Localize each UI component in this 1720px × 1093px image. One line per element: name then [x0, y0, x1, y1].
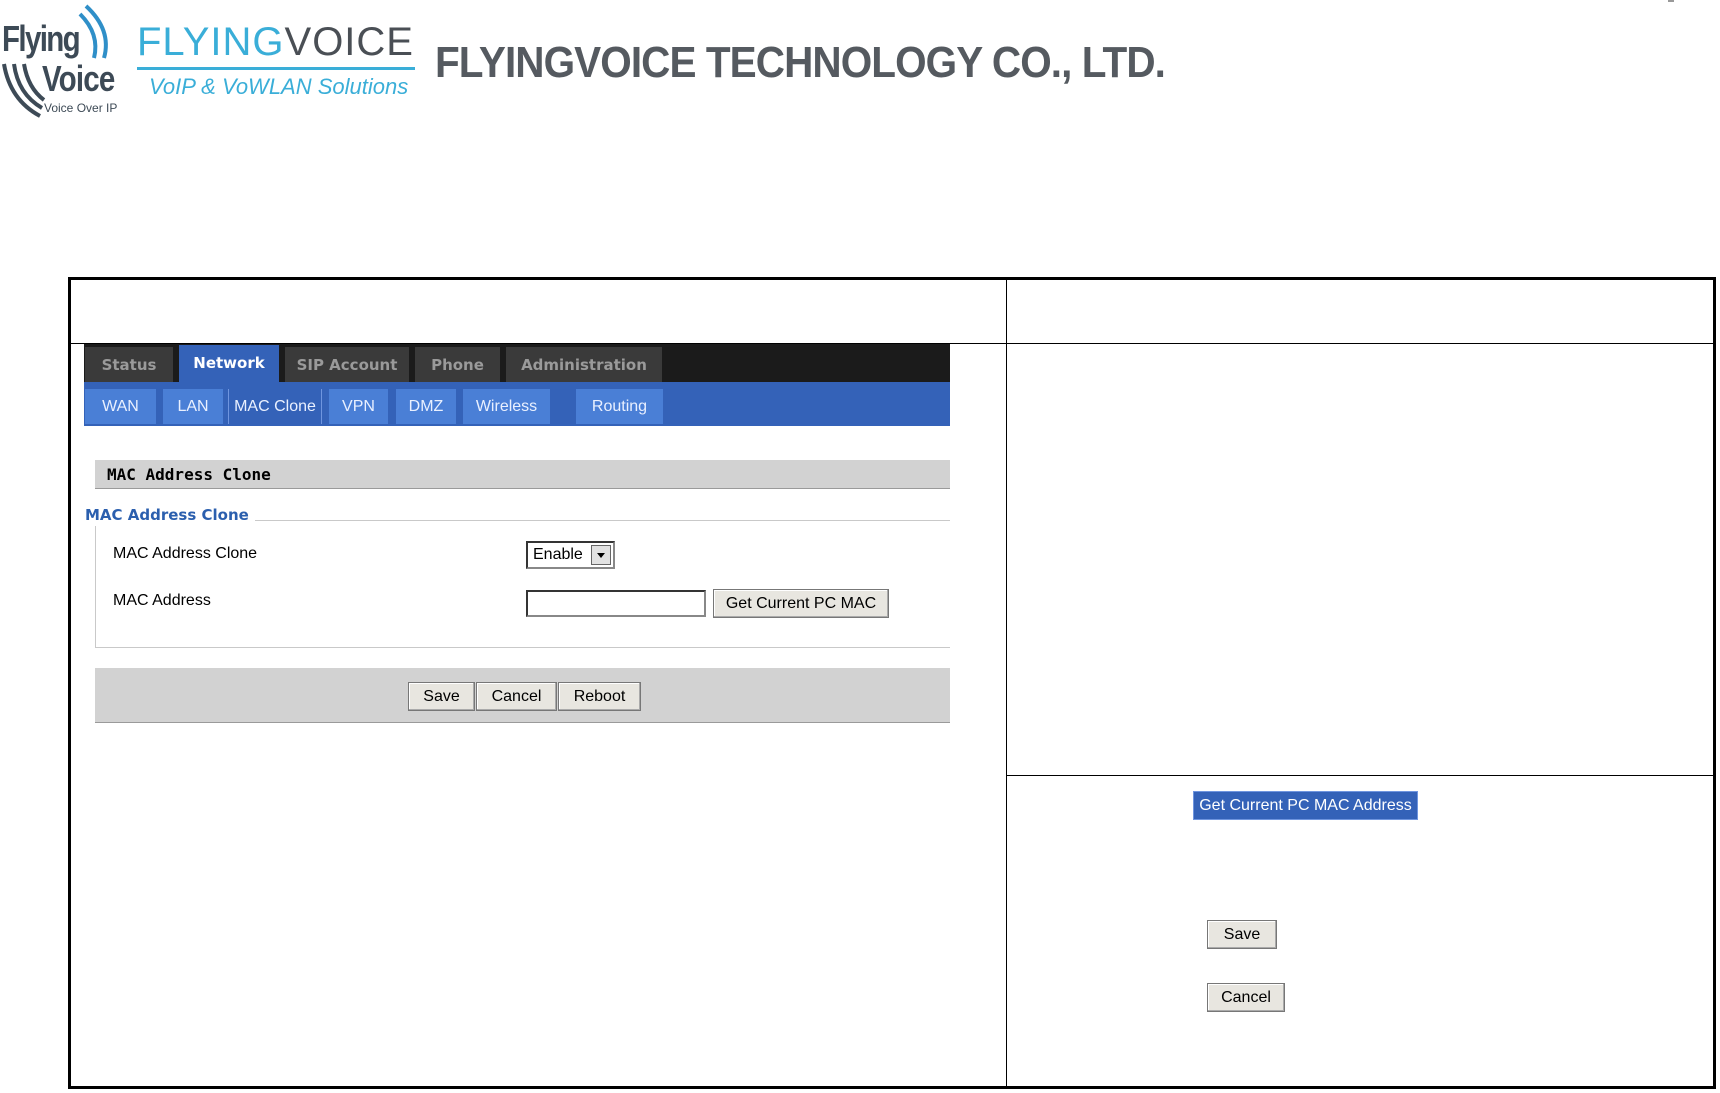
reboot-button[interactable]: Reboot [558, 682, 641, 711]
right-cancel-button[interactable]: Cancel [1207, 983, 1285, 1012]
subtab-wireless[interactable]: Wireless [463, 389, 550, 424]
mac-clone-label: MAC Address Clone [113, 545, 258, 562]
tab-administration[interactable]: Administration [506, 347, 662, 382]
subtab-mac-clone[interactable]: MAC Clone [228, 389, 322, 424]
tab-phone[interactable]: Phone [415, 347, 500, 382]
fieldset-legend: MAC Address Clone [85, 504, 255, 526]
brand-tagline: VoIP & VoWLAN Solutions [149, 74, 409, 99]
sub-nav: WAN LAN MAC Clone VPN DMZ Wireless Routi… [84, 382, 950, 426]
logo-tagline-voice-over-ip: Voice Over IP [44, 101, 118, 115]
mac-clone-select[interactable]: Enable [526, 541, 615, 569]
chevron-down-icon[interactable] [591, 545, 611, 565]
section-title: MAC Address Clone [95, 460, 950, 489]
save-button[interactable]: Save [408, 682, 475, 711]
brand-word-voice: VOICE [284, 20, 414, 64]
tab-sip-account[interactable]: SIP Account [285, 347, 409, 382]
page-corner-mark [1668, 0, 1674, 2]
get-current-pc-mac-address-button[interactable]: Get Current PC MAC Address [1193, 791, 1418, 820]
logo-word-flying: Flying [2, 18, 81, 59]
right-save-button[interactable]: Save [1207, 920, 1277, 949]
subtab-dmz[interactable]: DMZ [396, 389, 456, 424]
brand-divider [137, 67, 415, 70]
subtab-lan[interactable]: LAN [163, 389, 223, 424]
mac-address-label: MAC Address [113, 592, 211, 609]
brand-word-flying: FLYING [137, 20, 285, 64]
mac-clone-select-value: Enable [533, 546, 583, 563]
main-nav: Status Network SIP Account Phone Adminis… [84, 344, 950, 382]
flying-voice-logo: Flying Voice Voice Over IP [0, 0, 125, 118]
brand-wordmark: FLYINGVOICE [137, 18, 414, 66]
mac-clone-fieldset [95, 520, 950, 648]
cancel-button[interactable]: Cancel [476, 682, 557, 711]
logo-word-voice: Voice [42, 58, 115, 99]
tab-status[interactable]: Status [85, 347, 173, 382]
subtab-vpn[interactable]: VPN [329, 389, 388, 424]
flyingvoice-brand-logo: FLYINGVOICE VoIP & VoWLAN Solutions [137, 18, 417, 108]
company-name: FLYINGVOICE TECHNOLOGY CO., LTD. [435, 38, 1166, 87]
table-row-divider [1007, 775, 1716, 776]
mac-address-input[interactable] [526, 590, 706, 617]
get-current-pc-mac-button[interactable]: Get Current PC MAC [713, 589, 889, 618]
subtab-routing[interactable]: Routing [576, 389, 663, 424]
tab-network[interactable]: Network [179, 345, 279, 382]
table-column-divider [1006, 279, 1007, 1089]
subtab-wan[interactable]: WAN [85, 389, 156, 424]
